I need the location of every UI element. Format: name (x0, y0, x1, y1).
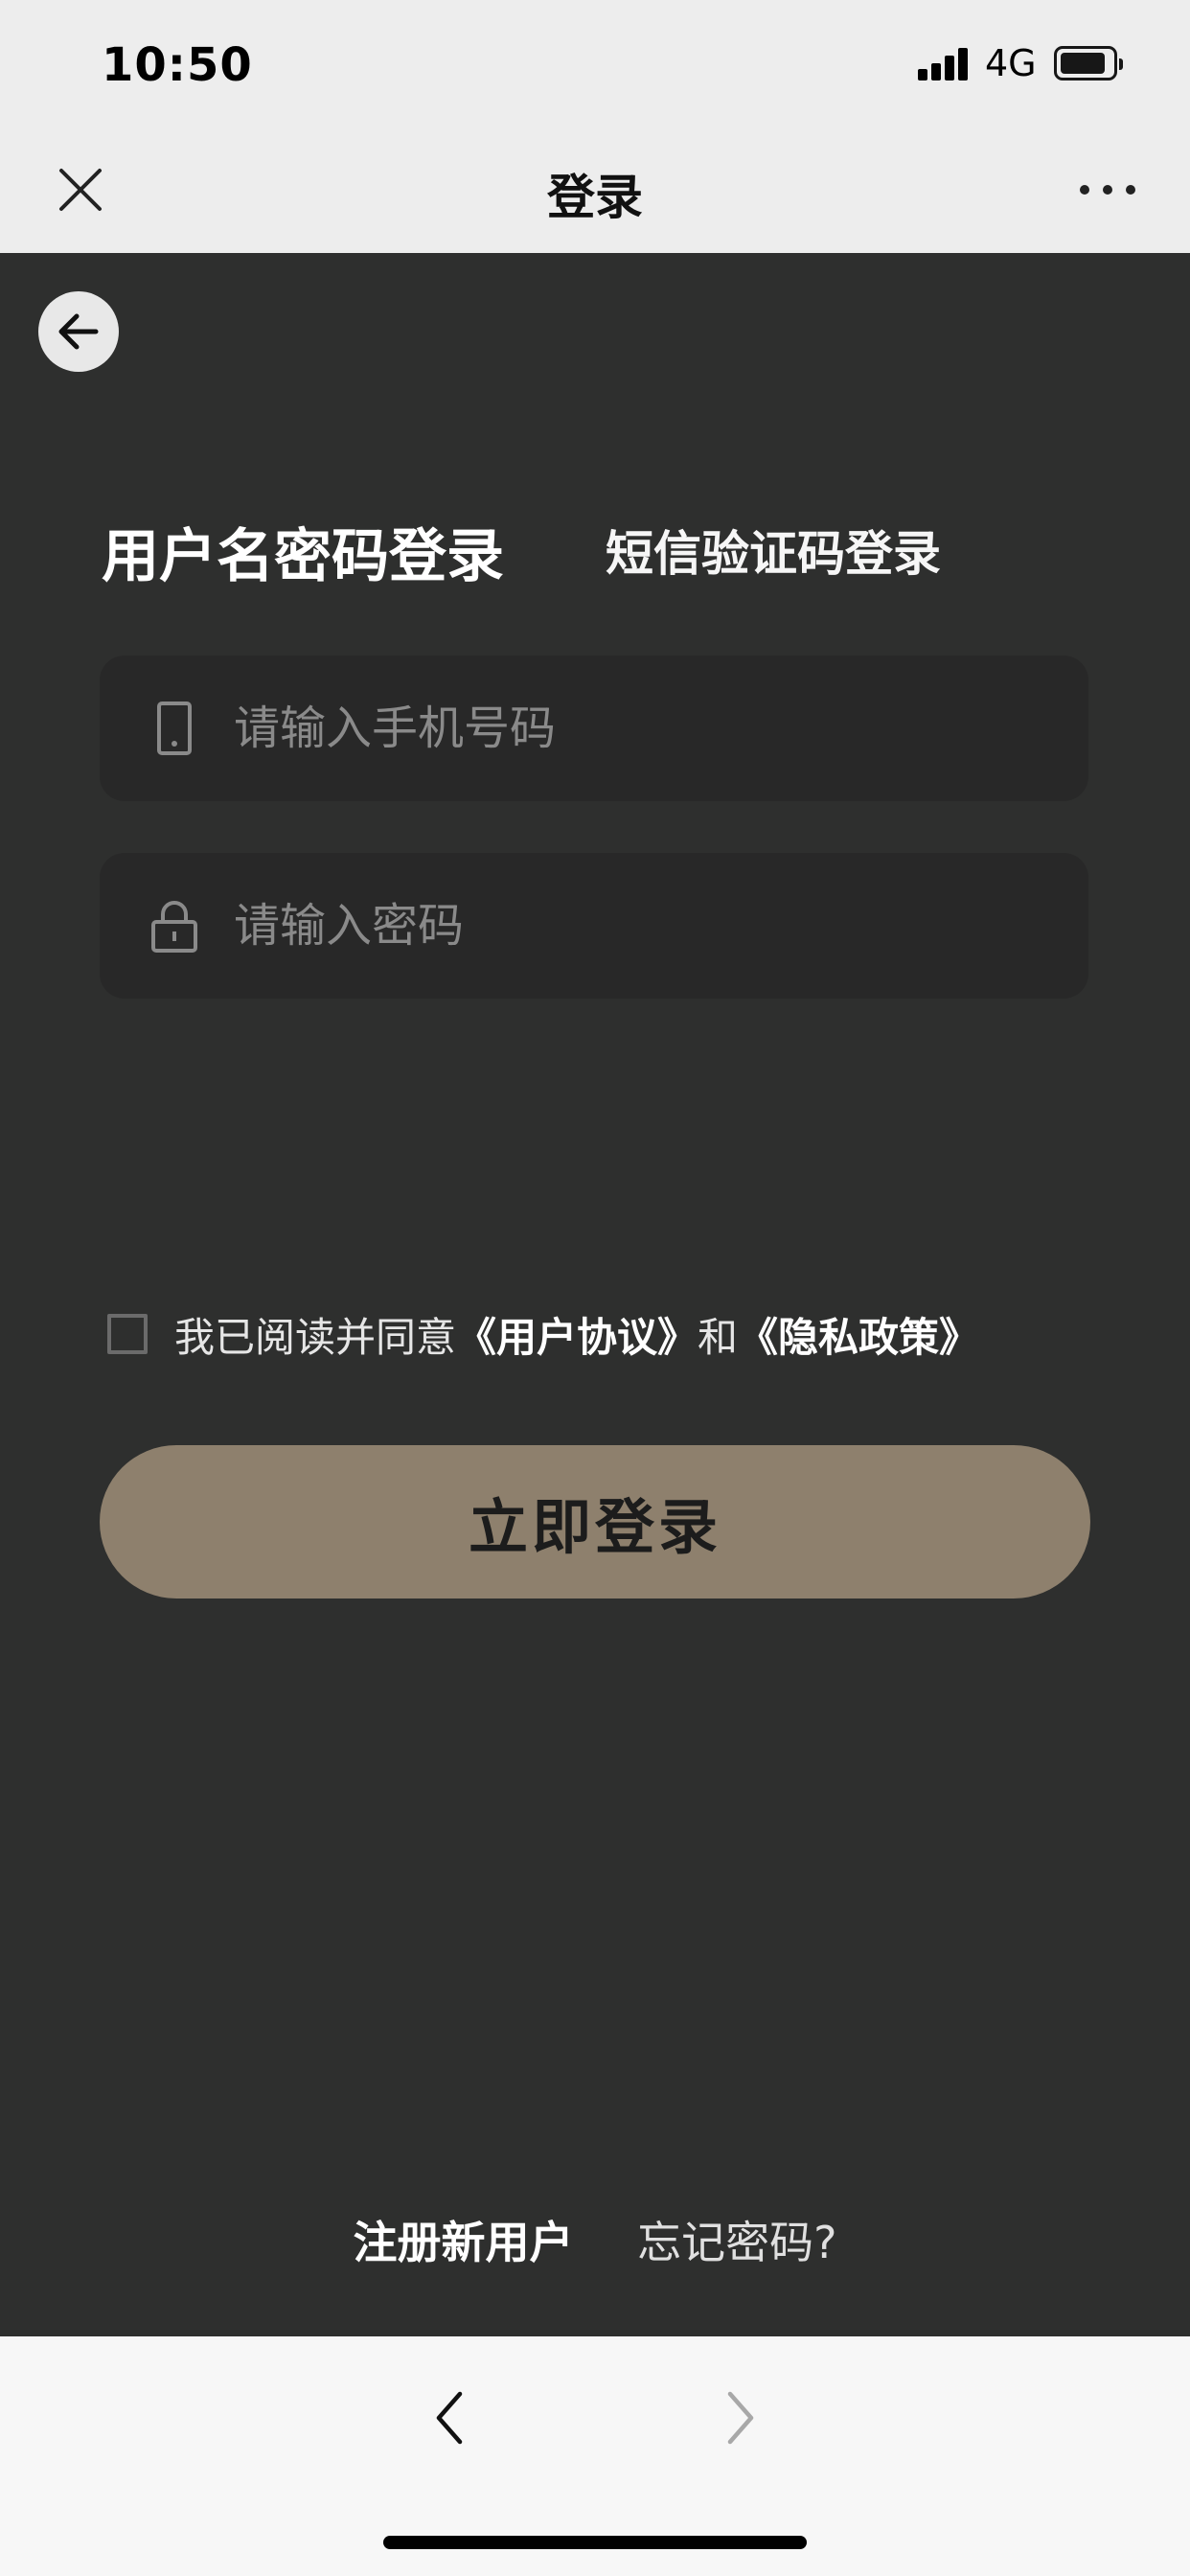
arrow-left-icon (58, 313, 99, 350)
battery-icon (1054, 46, 1123, 80)
password-field[interactable] (100, 853, 1088, 999)
tab-sms-login[interactable]: 短信验证码登录 (606, 516, 941, 585)
login-button[interactable]: 立即登录 (100, 1445, 1090, 1598)
agreement-row: 我已阅读并同意 《用户协议》 和 《隐私政策》 (107, 1307, 979, 1361)
privacy-policy-link[interactable]: 《隐私政策》 (738, 1305, 979, 1364)
user-agreement-link[interactable]: 《用户协议》 (456, 1305, 698, 1364)
signal-icon (918, 46, 970, 80)
forgot-password-link[interactable]: 忘记密码? (637, 2217, 836, 2268)
agreement-conjunction: 和 (698, 1313, 739, 1361)
agreement-checkbox[interactable] (107, 1314, 148, 1354)
status-bar: 10:50 4G (0, 0, 1190, 128)
tab-password-login[interactable]: 用户名密码登录 (102, 510, 504, 593)
home-indicator (383, 2536, 807, 2549)
phone-field[interactable] (100, 656, 1088, 801)
agreement-text: 我已阅读并同意 (174, 1313, 457, 1361)
more-icon[interactable] (1077, 171, 1138, 209)
register-link[interactable]: 注册新用户 (353, 2217, 573, 2268)
browser-toolbar (0, 2336, 1190, 2576)
chevron-left-icon[interactable] (425, 2384, 473, 2451)
chevron-right-icon[interactable] (717, 2384, 765, 2451)
status-time: 10:50 (102, 38, 253, 92)
lock-icon (151, 901, 197, 953)
phone-icon (157, 702, 192, 755)
page-title: 登录 (547, 170, 643, 225)
nav-bar: 登录 (0, 128, 1190, 253)
network-type: 4G (985, 42, 1037, 84)
back-button[interactable] (38, 291, 119, 372)
footer-links: 注册新用户 忘记密码? (0, 2208, 1190, 2271)
phone-input[interactable] (234, 656, 1058, 801)
password-input[interactable] (234, 853, 1058, 999)
